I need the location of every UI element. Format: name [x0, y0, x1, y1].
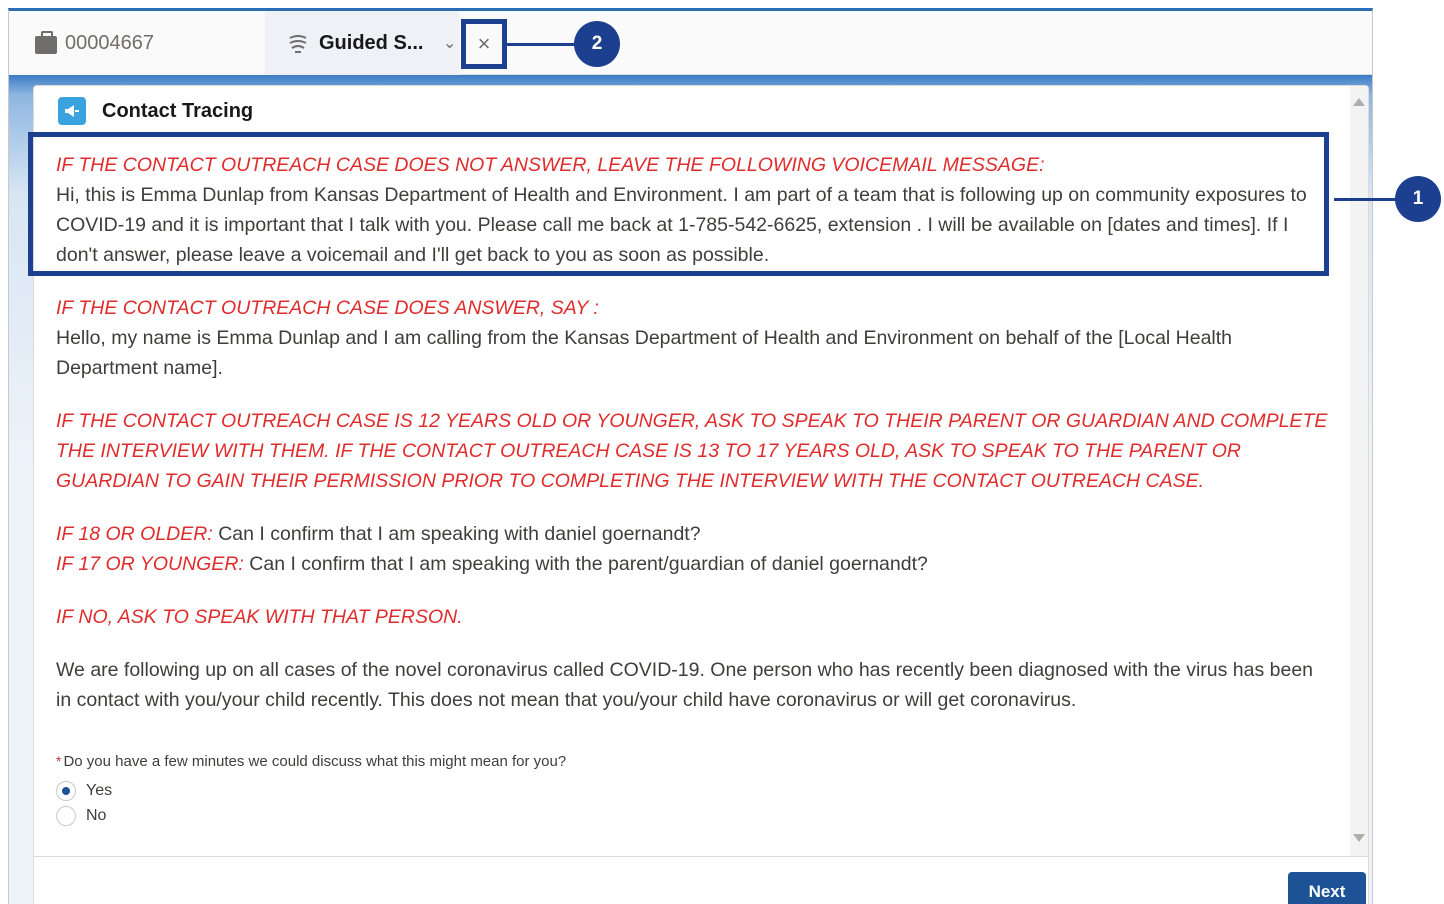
- radio-yes-label: Yes: [86, 781, 113, 799]
- radio-yes[interactable]: [56, 780, 76, 801]
- answer-text: Hello, my name is Emma Dunlap and I am c…: [56, 327, 1233, 379]
- card-footer: Next: [34, 856, 1368, 904]
- next-button[interactable]: Next: [1288, 872, 1366, 904]
- callout-badge-2: 2: [574, 21, 620, 67]
- callout-line-2: [506, 43, 578, 46]
- scroll-down-icon[interactable]: [1353, 834, 1365, 842]
- callout-badge-1: 1: [1395, 176, 1441, 222]
- tab-guided-label: Guided S...: [319, 31, 424, 54]
- voicemail-heading: IF THE CONTACT OUTREACH CASE DOES NOT AN…: [56, 154, 1045, 176]
- radio-option-no[interactable]: No: [56, 803, 1328, 828]
- callout-line-1: [1334, 198, 1398, 201]
- contact-tracing-card: Contact Tracing IF THE CONTACT OUTREACH …: [33, 85, 1369, 904]
- radio-no-label: No: [86, 806, 107, 824]
- radio-no[interactable]: [56, 805, 76, 826]
- answer-section: IF THE CONTACT OUTREACH CASE DOES ANSWER…: [56, 293, 1328, 383]
- voicemail-text: Hi, this is Emma Dunlap from Kansas Depa…: [56, 184, 1307, 266]
- chevron-down-icon[interactable]: ⌄: [443, 33, 461, 52]
- tab-bar: 00004667 Guided S... ⌄ ×: [9, 11, 1372, 75]
- guided-flow-icon: [289, 35, 307, 53]
- voicemail-section: IF THE CONTACT OUTREACH CASE DOES NOT AN…: [56, 150, 1328, 270]
- answer-heading: IF THE CONTACT OUTREACH CASE DOES ANSWER…: [56, 297, 599, 319]
- vertical-scrollbar[interactable]: [1350, 86, 1368, 856]
- workspace-background: Contact Tracing IF THE CONTACT OUTREACH …: [9, 75, 1372, 904]
- younger-label: IF 17 OR YOUNGER:: [56, 553, 244, 575]
- required-mark: *: [56, 753, 62, 769]
- card-title: Contact Tracing: [102, 99, 254, 122]
- question-label: * Do you have a few minutes we could disc…: [56, 753, 1328, 770]
- close-icon: ×: [477, 31, 491, 56]
- older-text: Can I confirm that I am speaking with da…: [218, 523, 701, 545]
- intro-text: We are following up on all cases of the …: [56, 659, 1314, 711]
- tab-case-label: 00004667: [65, 31, 154, 54]
- older-label: IF 18 OR OLDER:: [56, 523, 213, 545]
- scroll-up-icon[interactable]: [1353, 98, 1365, 106]
- confirm-section: IF 18 OR OLDER: Can I confirm that I am …: [56, 519, 1328, 579]
- close-tab-button[interactable]: ×: [461, 19, 507, 69]
- younger-text: Can I confirm that I am speaking with th…: [249, 553, 928, 575]
- card-header: Contact Tracing: [34, 86, 1368, 136]
- briefcase-icon: [35, 31, 57, 54]
- script-content[interactable]: IF THE CONTACT OUTREACH CASE DOES NOT AN…: [34, 136, 1352, 856]
- megaphone-icon: [58, 97, 86, 125]
- tab-guided-script[interactable]: Guided S...: [265, 11, 459, 75]
- no-instruction: IF NO, ASK TO SPEAK WITH THAT PERSON.: [56, 606, 463, 628]
- console-window: 00004667 Guided S... ⌄ × Contact Tracing: [8, 8, 1373, 904]
- radio-option-yes[interactable]: Yes: [56, 778, 1328, 803]
- tab-case[interactable]: 00004667: [9, 11, 265, 75]
- age-instruction: IF THE CONTACT OUTREACH CASE IS 12 YEARS…: [56, 410, 1328, 492]
- question-text: Do you have a few minutes we could discu…: [63, 753, 567, 770]
